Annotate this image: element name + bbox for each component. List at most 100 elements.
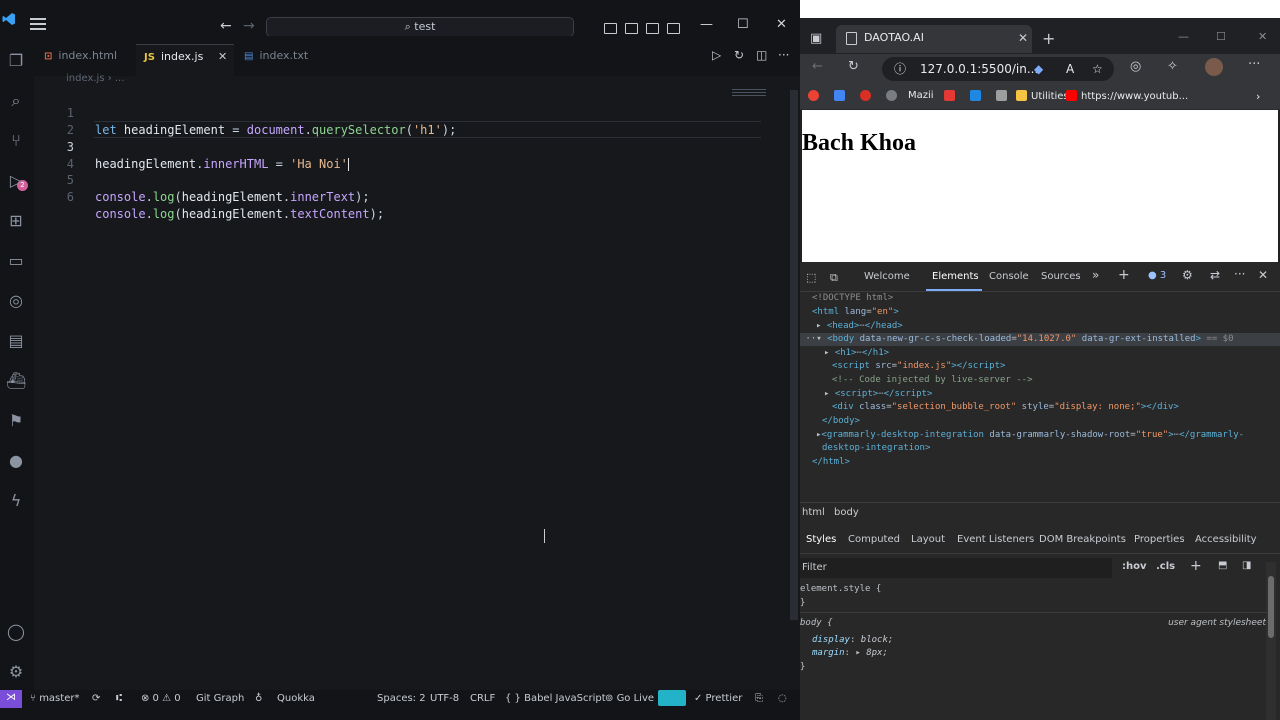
prettier-status[interactable]: ✓ Prettier [694,693,742,704]
inspect-icon[interactable]: ⧉ [830,271,838,285]
close-window-icon[interactable]: ✕ [776,17,787,32]
tab-event-listeners[interactable]: Event Listeners [957,534,1034,545]
go-live-status[interactable]: ⊚ Go Live [605,693,654,704]
search-icon[interactable]: ⌕ [6,91,26,111]
hov-toggle[interactable]: :hov [1122,561,1147,572]
folder-icon[interactable]: ▤ [6,331,26,351]
styles-scrollbar[interactable] [1266,562,1276,720]
github-icon[interactable]: ● [6,451,26,471]
settings-gear-icon[interactable]: ⚙ [1182,268,1193,282]
problems-status[interactable]: ⊗ 0 ⚠ 0 [141,693,181,704]
new-tab-icon[interactable]: + [1042,29,1055,48]
bookmark-extension-2[interactable] [886,90,901,102]
favorite-star-icon[interactable]: ☆ [1092,57,1103,81]
thunder-icon[interactable]: ϟ [6,491,26,511]
terminal-icon[interactable]: ▭ [6,251,26,271]
docker-icon[interactable]: ⛴ [6,371,26,391]
tab-elements[interactable]: Elements [932,271,979,282]
timeline-icon[interactable]: ↻ [734,48,744,62]
dom-tree[interactable]: <!DOCTYPE html> <html lang="en"> ▸ <head… [800,292,1280,502]
css-declaration[interactable]: display: block; [812,635,893,645]
styles-pane[interactable]: element.style { } body { user agent styl… [800,582,1270,720]
tab-index-js[interactable]: JS index.js ✕ [136,44,234,76]
close-tab-icon[interactable]: ✕ [218,45,227,69]
extensions-icon[interactable]: ⊞ [6,211,26,231]
maximize-icon[interactable]: ☐ [737,17,749,32]
styles-filter-input[interactable]: Filter [800,558,1112,578]
account-icon[interactable]: ◯ [6,622,26,642]
notifications-bell-icon[interactable]: ◌ [778,693,787,704]
run-icon[interactable]: ▷ [712,48,721,62]
quokka-status[interactable]: Quokka [277,693,315,704]
issues-badge[interactable]: ● 3 [1148,270,1166,281]
new-rule-icon[interactable]: + [1190,558,1202,574]
close-devtools-icon[interactable]: ✕ [1258,268,1268,282]
remote-explorer-icon[interactable]: ◎ [6,291,26,311]
eol-status[interactable]: CRLF [470,693,495,704]
tab-welcome[interactable]: Welcome [864,271,910,282]
device-toolbar-icon[interactable]: ⬚ [806,271,816,284]
info-icon[interactable]: ⓘ [894,57,906,81]
bookmark-extension-3[interactable] [944,90,959,102]
expand-triangle-icon[interactable]: ▸ [855,648,860,658]
css-declaration[interactable]: margin: ▸ 8px; [812,648,888,658]
dom-node[interactable]: ▸ <h1>⋯</h1> [824,347,889,360]
address-bar[interactable]: ⓘ 127.0.0.1:5500/in... ◆ A ☆ [882,57,1114,81]
dom-node[interactable]: <div class="selection_bubble_root" style… [832,401,1179,414]
computed-sidebar-icon[interactable]: ◨ [1242,560,1251,571]
bookmark-youtube[interactable]: https://www.youtub... [1066,90,1188,102]
tab-dom-breakpoints[interactable]: DOM Breakpoints [1039,534,1126,545]
share-icon[interactable]: ⇄ [1210,268,1220,282]
toggle-secondary-sidebar-icon[interactable] [646,23,659,34]
bookmark-google[interactable] [808,90,823,102]
minimize-icon[interactable]: — [1178,30,1189,43]
bookmark-mazii[interactable]: Mazii [908,90,934,101]
bookmark-translate[interactable] [834,90,849,102]
dom-node[interactable]: <!DOCTYPE html> [812,292,893,305]
bookmarks-overflow-icon[interactable]: › [1256,90,1260,103]
forward-arrow-icon[interactable]: → [243,18,255,34]
dom-node[interactable]: </html> [812,456,850,469]
tab-layout[interactable]: Layout [911,534,945,545]
bookmark-extension-5[interactable] [996,90,1011,102]
bookmark-extension-1[interactable] [860,90,875,102]
language-status[interactable]: { } Babel JavaScript [505,693,606,704]
toggle-panel-icon[interactable] [625,23,638,34]
tab-console[interactable]: Console [989,271,1029,282]
bookmark-extension-4[interactable] [970,90,985,102]
close-window-icon[interactable]: ✕ [1258,30,1267,43]
indentation-status[interactable]: Spaces: 2 [377,693,426,704]
element-style-rule[interactable]: element.style { [800,584,881,594]
more-actions-icon[interactable]: ··· [778,48,789,62]
add-tab-icon[interactable]: + [1118,267,1130,283]
extension-tag-icon[interactable]: ◆ [1034,57,1043,81]
dom-node[interactable]: <html lang="en"> [812,306,899,319]
source-control-icon[interactable]: ⑂ [6,131,26,151]
dom-node[interactable]: <script src="index.js"></script> [832,360,1005,373]
read-aloud-icon[interactable]: A [1066,57,1074,81]
run-debug-icon[interactable]: ▷ [6,171,26,191]
code-editor[interactable]: 1 let headingElement = document.querySel… [34,86,792,690]
git-graph-status[interactable]: Git Graph [196,693,244,704]
body-selector[interactable]: body { [800,618,833,628]
tab-properties[interactable]: Properties [1134,534,1185,545]
toggle-sidebar-icon[interactable] [604,23,617,34]
extensions-puzzle-icon[interactable]: ✧ [1167,59,1178,74]
back-arrow-icon[interactable]: ← [812,59,823,74]
more-tabs-icon[interactable]: » [1092,268,1099,282]
maximize-icon[interactable]: ☐ [1216,30,1226,43]
minimize-icon[interactable]: — [700,17,713,32]
browser-menu-icon[interactable]: ··· [1248,57,1260,72]
minimap[interactable] [732,89,766,99]
crumb-body[interactable]: body [834,507,859,518]
settings-gear-icon[interactable]: ⚙ [6,662,26,682]
menu-icon[interactable] [30,18,46,30]
branch-status[interactable]: ⑂ master* [30,693,79,704]
tracking-icon[interactable]: ◎ [1130,59,1141,74]
profile-avatar[interactable] [1205,58,1223,76]
cls-toggle[interactable]: .cls [1156,561,1175,572]
tab-index-html[interactable]: ⊡ index.html [40,44,136,76]
back-arrow-icon[interactable]: ← [220,18,232,34]
tab-accessibility[interactable]: Accessibility [1195,534,1257,545]
close-tab-icon[interactable]: ✕ [1018,25,1028,51]
